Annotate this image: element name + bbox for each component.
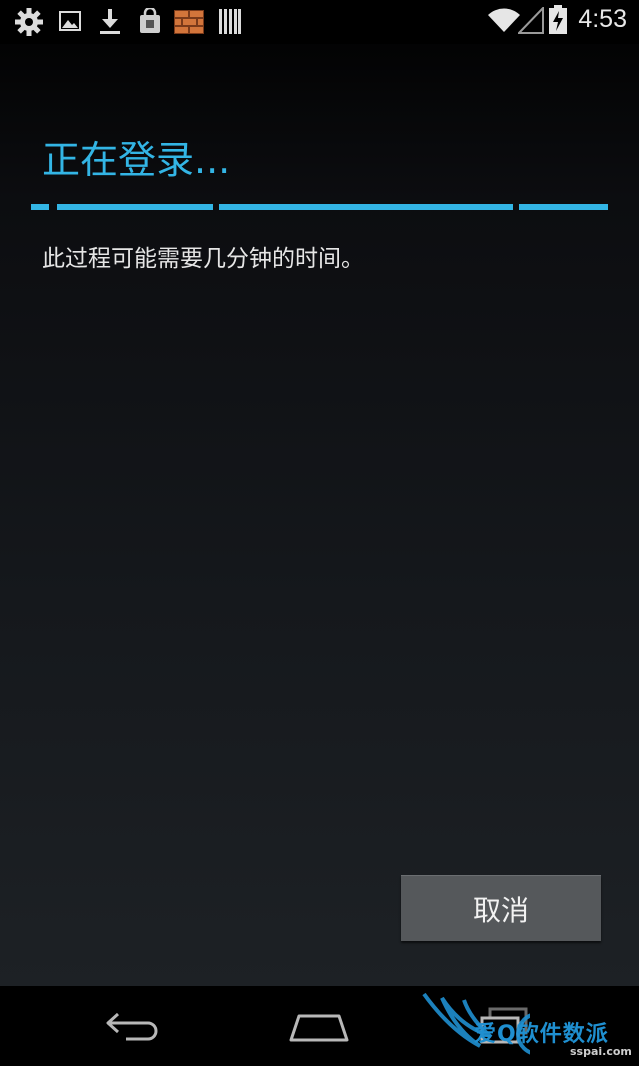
progress-segment [31, 204, 49, 210]
progress-segment [519, 204, 608, 210]
gear-icon [15, 8, 43, 36]
brick-wall-icon [174, 10, 204, 34]
watermark-url: sspai.com [570, 1045, 632, 1058]
progress-segment [57, 204, 213, 210]
battery-charging-icon [549, 5, 567, 34]
dialog-title: 正在登录... [42, 138, 231, 182]
status-bar: 4:53 [0, 0, 639, 44]
clock: 4:53 [578, 5, 627, 33]
cancel-button[interactable]: 取消 [401, 875, 601, 941]
watermark: 爱Q软件数派 sspai.com [420, 990, 639, 1066]
wifi-icon [488, 8, 520, 32]
home-icon[interactable] [287, 1010, 351, 1044]
progress-bar [31, 204, 608, 212]
shopping-bag-icon [140, 8, 160, 33]
signal-icon [518, 7, 544, 34]
screen: 4:53 正在登录... 此过程可能需要几分钟的时间。 取消 爱Q软件数派 ss… [0, 0, 639, 1066]
dialog-message: 此过程可能需要几分钟的时间。 [42, 246, 364, 272]
image-icon [59, 11, 81, 31]
back-icon[interactable] [104, 1010, 162, 1042]
download-icon [100, 9, 120, 34]
barcode-icon [219, 9, 241, 34]
watermark-brand: 爱Q软件数派 [474, 1022, 609, 1047]
progress-segment [219, 204, 513, 210]
